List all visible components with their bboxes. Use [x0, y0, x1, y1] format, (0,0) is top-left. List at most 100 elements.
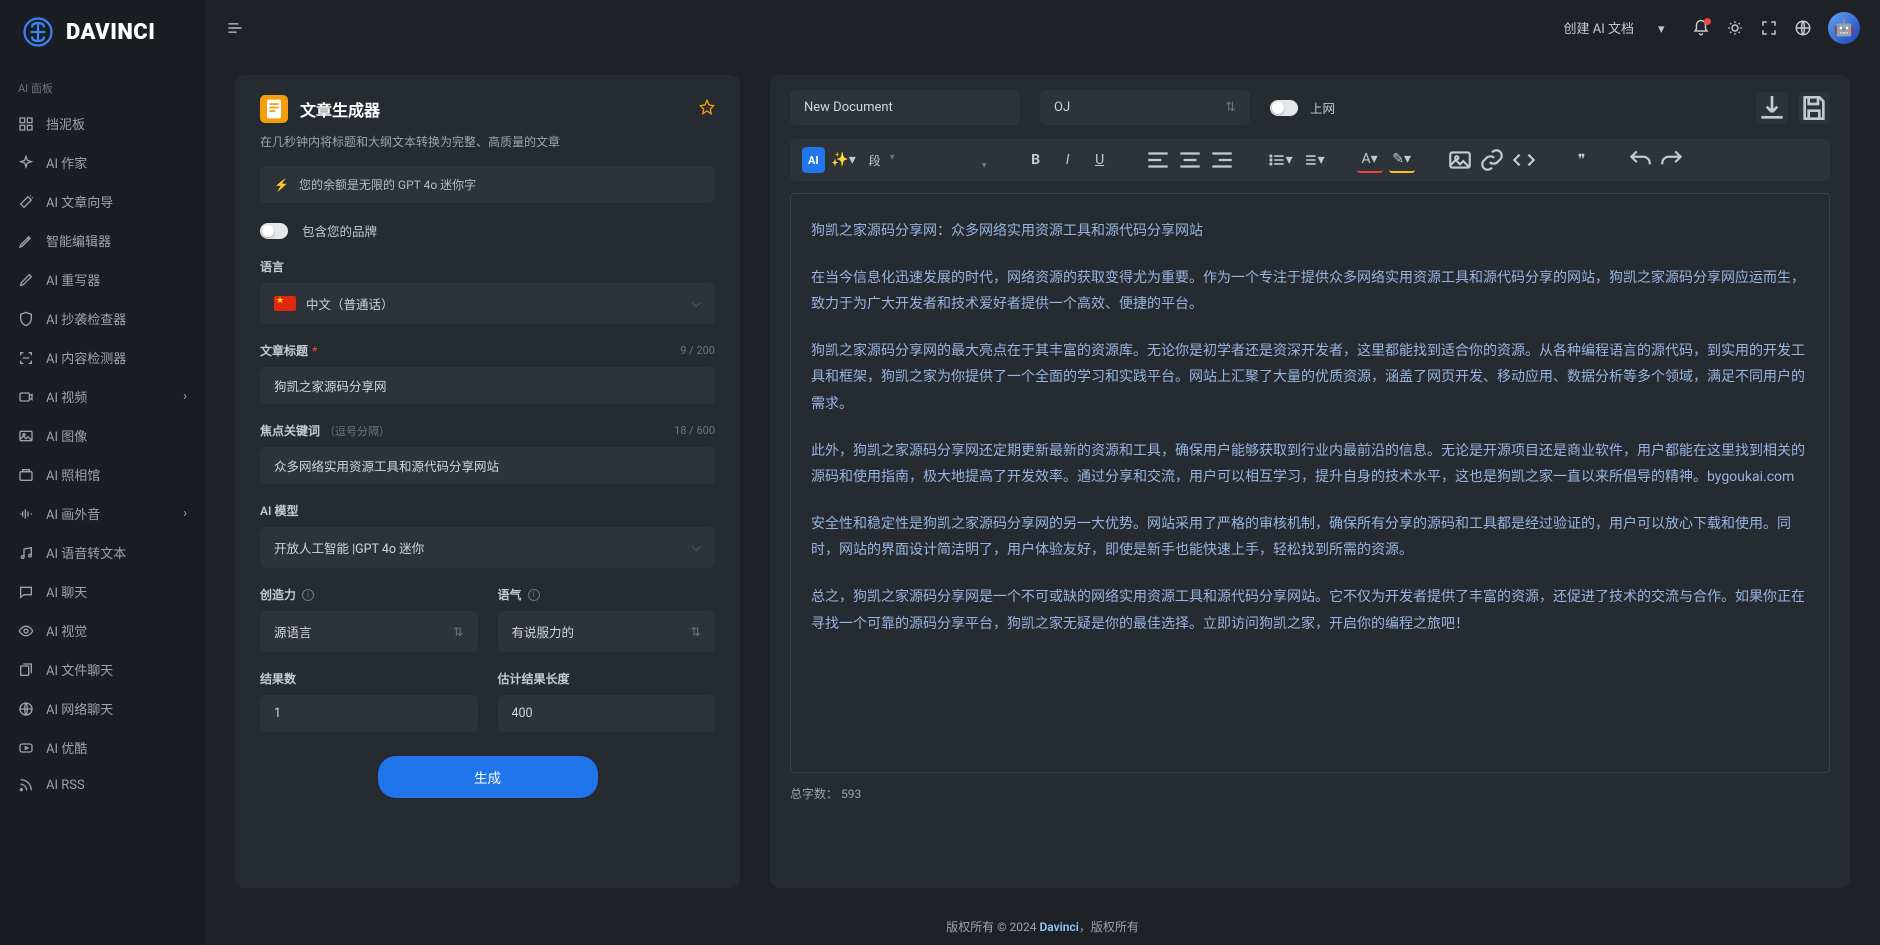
sidebar-item-label: AI 作家: [46, 153, 87, 172]
model-label: AI 模型: [260, 502, 715, 519]
chevron-down-icon: ▾: [1658, 22, 1670, 34]
files-icon: [18, 662, 34, 678]
net-label: 上网: [1310, 98, 1335, 117]
save-button[interactable]: [1798, 92, 1830, 124]
sidebar-item-label: AI RSS: [46, 778, 85, 793]
keywords-label: 焦点关键词: [260, 422, 320, 439]
sidebar-item-label: AI 画外音: [46, 504, 100, 523]
info-icon[interactable]: i: [302, 589, 314, 601]
sidebar: Davinci AI 面板 挡泥板AI 作家AI 文章向导智能编辑器AI 重写器…: [0, 0, 205, 945]
results-input[interactable]: [274, 706, 464, 721]
sparkle-icon: [18, 155, 34, 171]
sidebar-item-9[interactable]: AI 照相馆: [0, 455, 205, 494]
underline-button[interactable]: U: [1087, 147, 1113, 173]
undo-icon[interactable]: [1627, 147, 1653, 173]
doc-name-input[interactable]: [790, 90, 1020, 125]
chat-icon: [18, 584, 34, 600]
pen-icon: [18, 233, 34, 249]
info-icon[interactable]: i: [528, 589, 540, 601]
quote-icon[interactable]: ❞: [1569, 147, 1595, 173]
sidebar-item-6[interactable]: AI 内容检测器: [0, 338, 205, 377]
editor-panel: OJ⇅ 上网 AI ✨▾ 段 B I: [770, 75, 1850, 888]
list-ul-icon[interactable]: ▾: [1267, 147, 1293, 173]
chevron-updown-icon: ⇅: [1225, 100, 1236, 115]
brand-toggle[interactable]: [260, 223, 288, 239]
download-button[interactable]: [1756, 92, 1788, 124]
avatar[interactable]: 🤖: [1828, 12, 1860, 44]
chevron-down-icon: ⌵: [692, 296, 701, 311]
scan-icon: [18, 350, 34, 366]
sidebar-item-7[interactable]: AI 视频›: [0, 377, 205, 416]
align-center-icon[interactable]: [1177, 147, 1203, 173]
fullscreen-icon[interactable]: [1760, 19, 1778, 37]
sidebar-item-label: AI 抄袭检查器: [46, 309, 126, 328]
bell-icon[interactable]: [1692, 19, 1710, 37]
footer-brand[interactable]: Davinci: [1039, 920, 1078, 934]
keywords-hint: （逗号分隔）: [324, 423, 390, 439]
bolt-icon: ⚡: [274, 178, 289, 192]
sidebar-item-15[interactable]: AI 网络聊天: [0, 689, 205, 728]
language-select[interactable]: 中文（普通话） ⌵: [260, 283, 715, 324]
globe-icon[interactable]: [1794, 19, 1812, 37]
sidebar-item-16[interactable]: AI 优酷: [0, 728, 205, 767]
tone-label: 语气: [498, 586, 522, 603]
tone-value: 有说服力的: [512, 622, 575, 641]
workspace-select[interactable]: OJ⇅: [1040, 90, 1250, 125]
highlight-button[interactable]: ✎▾: [1389, 147, 1415, 173]
link-icon[interactable]: [1479, 147, 1505, 173]
sidebar-item-label: AI 文件聊天: [46, 660, 113, 679]
magic-wand-icon[interactable]: ✨▾: [831, 147, 857, 173]
align-right-icon[interactable]: [1209, 147, 1235, 173]
menu-toggle-icon[interactable]: [225, 18, 245, 38]
italic-button[interactable]: I: [1055, 147, 1081, 173]
align-left-icon[interactable]: [1145, 147, 1171, 173]
star-icon[interactable]: [699, 99, 715, 119]
create-doc-label: 创建 AI 文档: [1564, 18, 1634, 37]
sidebar-item-1[interactable]: AI 作家: [0, 143, 205, 182]
article-title-input[interactable]: [274, 378, 701, 393]
sun-icon[interactable]: [1726, 19, 1744, 37]
code-icon[interactable]: [1511, 147, 1537, 173]
net-toggle[interactable]: [1270, 100, 1298, 116]
editor-paragraph: 总之，狗凯之家源码分享网是一个不可或缺的网络实用资源工具和源代码分享网站。它不仅…: [811, 584, 1809, 637]
sidebar-item-8[interactable]: AI 图像: [0, 416, 205, 455]
tone-select[interactable]: 有说服力的⇅: [498, 611, 716, 652]
title-count: 9 / 200: [680, 344, 715, 357]
font-color-button[interactable]: A▾: [1357, 147, 1383, 173]
sidebar-item-0[interactable]: 挡泥板: [0, 104, 205, 143]
balance-text: 您的余额是无限的 GPT 4o 迷你字: [299, 176, 476, 193]
keywords-input[interactable]: [274, 458, 701, 473]
create-doc-button[interactable]: 创建 AI 文档 ▾: [1558, 12, 1676, 43]
sidebar-item-2[interactable]: AI 文章向导: [0, 182, 205, 221]
editor-body[interactable]: 狗凯之家源码分享网：众多网络实用资源工具和源代码分享网站在当今信息化迅速发展的时…: [790, 193, 1830, 773]
sidebar-item-4[interactable]: AI 重写器: [0, 260, 205, 299]
sidebar-item-12[interactable]: AI 聊天: [0, 572, 205, 611]
ai-button[interactable]: AI: [802, 147, 825, 173]
length-input[interactable]: [512, 706, 702, 721]
sidebar-item-5[interactable]: AI 抄袭检查器: [0, 299, 205, 338]
sidebar-item-11[interactable]: AI 语音转文本: [0, 533, 205, 572]
redo-icon[interactable]: [1659, 147, 1685, 173]
sidebar-item-10[interactable]: AI 画外音›: [0, 494, 205, 533]
document-icon: [260, 95, 288, 123]
sidebar-item-13[interactable]: AI 视觉: [0, 611, 205, 650]
rss-icon: [18, 777, 34, 793]
image-icon[interactable]: [1447, 147, 1473, 173]
footer-pre: 版权所有 © 2024: [946, 920, 1039, 934]
logo[interactable]: Davinci: [0, 0, 205, 70]
creativity-value: 源语言: [274, 622, 312, 641]
sidebar-item-label: AI 优酷: [46, 738, 87, 757]
sidebar-item-17[interactable]: AI RSS: [0, 767, 205, 803]
model-select[interactable]: 开放人工智能 |GPT 4o 迷你 ⌵: [260, 527, 715, 568]
sidebar-item-3[interactable]: 智能编辑器: [0, 221, 205, 260]
model-value: 开放人工智能 |GPT 4o 迷你: [274, 538, 424, 557]
balance-info: ⚡ 您的余额是无限的 GPT 4o 迷你字: [260, 166, 715, 203]
sidebar-item-14[interactable]: AI 文件聊天: [0, 650, 205, 689]
paragraph-select[interactable]: 段: [863, 149, 899, 172]
font-select[interactable]: [931, 157, 991, 163]
creativity-select[interactable]: 源语言⇅: [260, 611, 478, 652]
editor-paragraph: 在当今信息化迅速发展的时代，网络资源的获取变得尤为重要。作为一个专注于提供众多网…: [811, 265, 1809, 318]
list-ol-icon[interactable]: ▾: [1299, 147, 1325, 173]
generate-button[interactable]: 生成: [378, 756, 598, 798]
bold-button[interactable]: B: [1023, 147, 1049, 173]
